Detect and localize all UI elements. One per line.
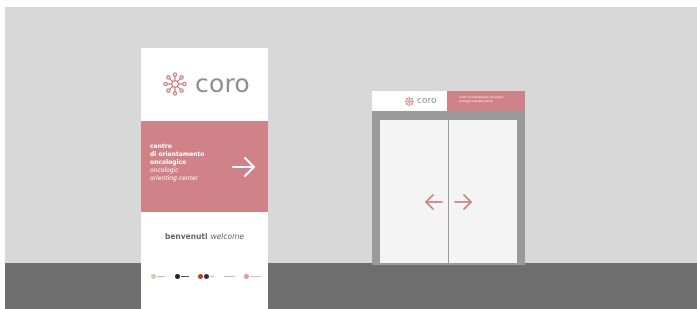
totem-logo-text: coro [195,69,250,98]
coro-molecule-logo-icon [405,96,414,106]
partner-logo-5 [244,273,261,279]
coro-molecule-logo-icon [163,72,187,96]
welcome-text: benvenuti welcome [141,232,268,241]
arrow-left-icon [425,194,443,210]
door-left[interactable] [380,120,448,263]
partner-logo-3 [198,273,214,279]
door-sign-logo-text: coro [417,96,437,106]
door-sign-line-2: oncologic orienting center [459,100,493,103]
door-sign-text: centro di orientamento oncologico oncolo… [459,96,504,104]
partner-logo-2 [174,273,189,279]
band-line-en-2: orienting center [150,175,199,182]
floor [5,263,697,309]
band-line-2: di orientamento [150,151,205,158]
door-sign-logo-panel: coro [372,91,447,111]
arrow-right-icon [454,194,472,210]
entrance-scene: coro centro di orientamento oncologico o… [5,7,697,309]
totem-logo: coro [163,70,250,98]
band-line-3: oncologico [150,159,187,166]
band-line-en-1: oncologic [150,167,179,174]
welcome-totem: coro centro di orientamento oncologico o… [141,48,268,309]
welcome-en: welcome [210,232,245,241]
band-line-1: centro [150,143,172,150]
arrow-right-icon [232,157,255,177]
partner-logo-4 [223,274,235,279]
welcome-it: benvenuti [164,232,208,241]
totem-band: centro di orientamento oncologico oncolo… [141,121,268,212]
door-sign-text-panel: centro di orientamento oncologico oncolo… [447,91,525,111]
door-frame [372,111,525,265]
partner-logo-1 [151,273,165,279]
door-right[interactable] [449,120,517,263]
totem-band-text: centro di orientamento oncologico oncolo… [150,143,230,183]
door-sign-logo: coro [405,96,436,106]
partner-logos [151,272,261,280]
